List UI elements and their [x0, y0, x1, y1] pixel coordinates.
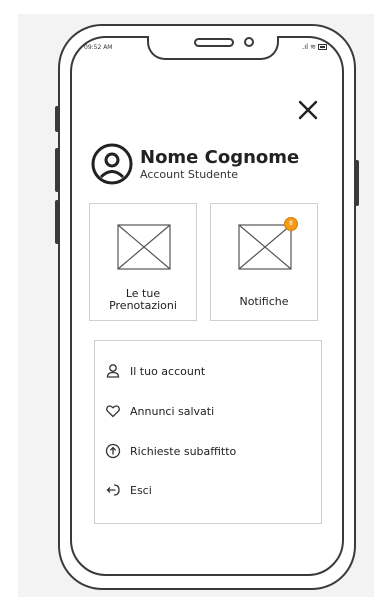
menu-item-label: Esci	[130, 483, 152, 497]
account-menu: Il tuo account Annunci salvati Richieste…	[94, 340, 322, 524]
menu-item-logout[interactable]: Esci	[105, 480, 152, 500]
bookings-card[interactable]: Le tue Prenotazioni	[89, 203, 197, 321]
bookings-label-line2: Prenotazioni	[109, 299, 177, 312]
bookings-card-label: Le tue Prenotazioni	[90, 288, 196, 312]
logout-icon	[106, 484, 120, 496]
profile-name: Nome Cognome	[140, 146, 300, 168]
menu-item-label: Il tuo account	[130, 364, 206, 378]
mute-button	[55, 200, 59, 244]
signal-icon: .ıl	[302, 43, 309, 51]
image-placeholder-icon	[117, 224, 171, 270]
image-placeholder-icon	[238, 224, 292, 270]
menu-item-label: Annunci salvati	[130, 404, 215, 418]
arrow-up-circle-icon	[105, 443, 121, 459]
notch	[147, 36, 279, 60]
notification-badge: 8	[284, 217, 298, 231]
menu-item-label: Richieste subaffitto	[130, 444, 237, 458]
close-icon	[298, 100, 318, 120]
menu-item-account[interactable]: Il tuo account	[105, 361, 205, 381]
camera	[244, 37, 254, 47]
volume-up-button	[55, 106, 59, 132]
menu-item-saved[interactable]: Annunci salvati	[105, 401, 214, 421]
status-icons: .ıl ≋	[302, 43, 328, 51]
heart-icon	[106, 405, 120, 418]
profile-header: Nome Cognome Account Studente	[90, 142, 299, 186]
menu-item-sublet-requests[interactable]: Richieste subaffitto	[105, 441, 236, 461]
battery-icon	[318, 44, 327, 50]
user-circle-icon	[91, 143, 133, 185]
user-icon	[106, 364, 120, 378]
wifi-icon: ≋	[310, 43, 316, 51]
profile-text: Nome Cognome Account Studente	[140, 146, 300, 181]
status-time: 09:52 AM	[84, 44, 113, 51]
close-button[interactable]	[296, 98, 320, 122]
volume-down-button	[55, 148, 59, 192]
notifications-card-label: Notifiche	[239, 295, 289, 308]
phone-screen: 09:52 AM .ıl ≋ Nome Cognome Account Stud…	[70, 36, 344, 576]
phone-frame: 09:52 AM .ıl ≋ Nome Cognome Account Stud…	[55, 24, 359, 590]
profile-role: Account Studente	[140, 167, 238, 181]
power-button	[355, 160, 359, 206]
speaker	[194, 38, 234, 47]
notifications-card[interactable]: 8 Notifiche	[210, 203, 318, 321]
